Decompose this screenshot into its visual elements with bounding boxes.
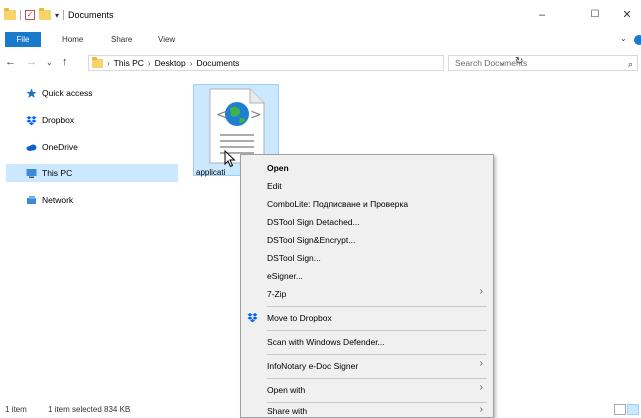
sidebar-item-label: Network: [42, 195, 74, 205]
submenu-chevron-icon: ›: [479, 358, 483, 369]
sidebar-item-network[interactable]: Network: [6, 191, 178, 209]
quick-access-toolbar: ✓ ▾ Documents: [4, 8, 114, 20]
navigation-bar: ← → ⌄ ↑ › This PC › Desktop › Documents …: [0, 52, 641, 74]
search-icon[interactable]: ⌕: [628, 57, 633, 71]
divider: [63, 10, 65, 20]
search-placeholder: Search Documents: [455, 58, 528, 68]
menu-item-label: InfoNotary e-Doc Signer: [267, 361, 359, 371]
sidebar-item-label: This PC: [42, 168, 73, 178]
menu-separator: [267, 354, 487, 355]
menu-item-label: Share with: [267, 406, 308, 416]
tab-file[interactable]: File: [5, 32, 41, 47]
breadcrumb-documents[interactable]: Documents: [196, 58, 239, 68]
menu-item-label: Open with: [267, 385, 306, 395]
sidebar-item-dropbox[interactable]: Dropbox: [6, 111, 178, 129]
menu-item-dstool-sign-encrypt[interactable]: DSTool Sign&Encrypt...: [267, 232, 489, 248]
ribbon-tabs: File Home Share View ⌄: [0, 32, 641, 47]
item-count: 1 item: [5, 405, 27, 414]
dropbox-icon: [247, 312, 258, 323]
dropbox-icon: [26, 115, 37, 126]
recent-locations-chevron-icon[interactable]: ⌄: [46, 58, 53, 67]
mouse-cursor-icon: [224, 150, 236, 168]
submenu-chevron-icon: ›: [479, 382, 483, 393]
divider: [20, 10, 21, 20]
sidebar-item-label: Dropbox: [42, 115, 75, 125]
menu-separator: [267, 402, 487, 403]
svg-text:>: >: [250, 107, 262, 123]
menu-item-dstool-sign[interactable]: DSTool Sign...: [267, 250, 489, 266]
breadcrumb-separator-icon: ›: [107, 58, 110, 68]
menu-item-scan-defender[interactable]: Scan with Windows Defender...: [267, 334, 489, 350]
menu-item-dstool-sign-detached[interactable]: DSTool Sign Detached...: [267, 214, 489, 230]
sidebar-item-label: OneDrive: [42, 142, 78, 152]
large-icons-view-icon[interactable]: [627, 404, 639, 415]
sidebar-item-label: Quick access: [42, 88, 93, 98]
breadcrumb-desktop[interactable]: Desktop: [155, 58, 186, 68]
menu-separator: [267, 330, 487, 331]
sidebar-item-quick-access[interactable]: Quick access: [6, 84, 178, 102]
menu-item-share-with[interactable]: Share with ›: [267, 404, 489, 418]
window-title: Documents: [68, 10, 114, 20]
help-icon[interactable]: [634, 35, 641, 45]
title-bar: ✓ ▾ Documents – ☐ ✕: [0, 0, 641, 30]
menu-item-open[interactable]: Open: [267, 160, 489, 176]
folder-icon: [92, 56, 103, 68]
folder-icon[interactable]: [4, 8, 16, 20]
file-name-label: applicati: [196, 168, 226, 177]
tab-home[interactable]: Home: [62, 32, 83, 47]
tab-view[interactable]: View: [158, 32, 175, 47]
menu-item-move-to-dropbox[interactable]: Move to Dropbox: [267, 310, 489, 326]
tab-share[interactable]: Share: [111, 32, 132, 47]
new-folder-icon[interactable]: [39, 8, 51, 20]
address-bar[interactable]: › This PC › Desktop › Documents ⌄ ↻: [88, 55, 523, 71]
breadcrumb-separator-icon[interactable]: ›: [190, 59, 193, 68]
sidebar-item-onedrive[interactable]: OneDrive: [6, 138, 178, 156]
menu-separator: [267, 306, 487, 307]
cloud-icon: [26, 142, 37, 153]
selection-info: 1 item selected 834 KB: [48, 405, 131, 414]
menu-separator: [267, 378, 487, 379]
search-input[interactable]: Search Documents ⌕: [448, 55, 638, 71]
menu-item-label: 7-Zip: [267, 289, 287, 299]
context-menu: Open Edit ComboLite: Подписване и Провер…: [240, 154, 494, 418]
menu-item-esigner[interactable]: eSigner...: [267, 268, 489, 284]
breadcrumb-separator-icon[interactable]: ›: [148, 59, 151, 68]
close-button[interactable]: ✕: [612, 7, 641, 23]
sidebar-item-this-pc[interactable]: This PC: [6, 164, 178, 182]
network-icon: [26, 195, 37, 206]
back-arrow-icon[interactable]: ←: [5, 56, 16, 68]
maximize-button[interactable]: ☐: [580, 7, 610, 23]
menu-item-infonotary[interactable]: InfoNotary e-Doc Signer ›: [267, 358, 489, 374]
forward-arrow-icon[interactable]: →: [26, 56, 37, 68]
details-view-icon[interactable]: [614, 404, 626, 415]
minimize-button[interactable]: –: [527, 7, 557, 23]
menu-item-7zip[interactable]: 7-Zip ›: [267, 286, 489, 302]
customize-toolbar-dropdown-icon[interactable]: ▾: [55, 11, 59, 20]
menu-item-open-with[interactable]: Open with ›: [267, 382, 489, 398]
menu-item-combolite[interactable]: ComboLite: Подписване и Проверка: [267, 196, 489, 212]
breadcrumb-this-pc[interactable]: This PC: [114, 58, 144, 68]
computer-icon: [26, 168, 37, 179]
submenu-chevron-icon: ›: [479, 404, 483, 415]
submenu-chevron-icon: ›: [479, 286, 483, 297]
properties-checkmark-icon[interactable]: ✓: [25, 10, 35, 20]
up-arrow-icon[interactable]: ↑: [62, 56, 68, 68]
menu-item-edit[interactable]: Edit: [267, 178, 489, 194]
star-icon: [26, 88, 37, 99]
expand-ribbon-chevron-icon[interactable]: ⌄: [620, 34, 627, 43]
